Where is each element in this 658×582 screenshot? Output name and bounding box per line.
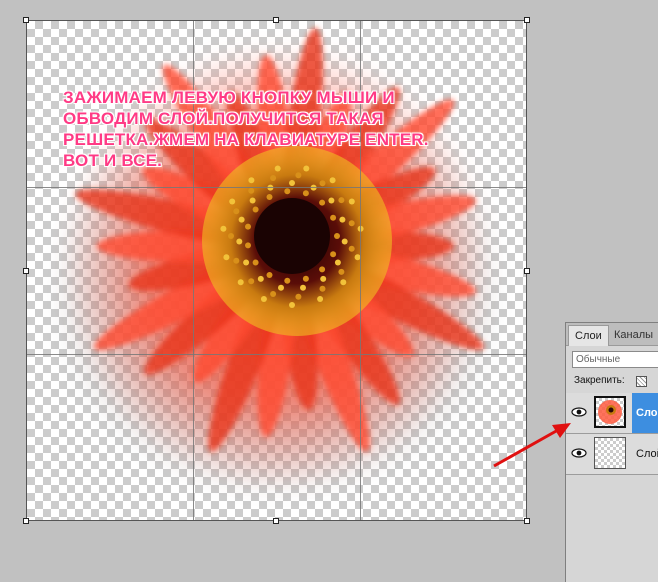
tab-layers[interactable]: Слои [568, 325, 609, 346]
stamen [248, 278, 255, 285]
layers-panel: Слои Каналы Обычные Закрепить: Слой Слой [565, 322, 658, 582]
stamen [270, 175, 277, 181]
visibility-eye-icon[interactable] [571, 405, 587, 419]
stamen [252, 259, 259, 266]
stamen [338, 197, 345, 204]
stamen [248, 187, 255, 194]
transform-handle-right[interactable] [524, 268, 530, 274]
stamen [260, 296, 267, 302]
stamen [329, 177, 336, 184]
stamen [340, 279, 347, 286]
stamen [295, 172, 302, 179]
transform-handle-left[interactable] [23, 268, 29, 274]
layer-name[interactable]: Слой [632, 434, 658, 474]
stamen [295, 293, 302, 300]
stamen [266, 272, 273, 278]
stamen [334, 259, 341, 266]
transform-canvas[interactable]: ЗАЖИМАЕМ ЛЕВУЮ КНОПКУ МЫШИ И ОБВОДИМ СЛО… [26, 20, 527, 521]
layer-row[interactable]: Слой [566, 393, 658, 434]
stamen [233, 257, 240, 264]
stamen [245, 223, 251, 230]
grid-line [27, 354, 526, 355]
transform-handle-bottom-left[interactable] [23, 518, 29, 524]
stamen [270, 291, 277, 297]
stamen [266, 194, 273, 200]
stamen [236, 238, 243, 245]
stamen [348, 198, 355, 205]
stamen [233, 208, 240, 215]
stamen [339, 216, 346, 223]
stamen [245, 242, 251, 249]
stamen [319, 199, 326, 206]
stamen [338, 268, 345, 275]
transform-handle-top-left[interactable] [23, 17, 29, 23]
stamen [341, 238, 348, 245]
stamen [278, 284, 284, 291]
instruction-line: РЕШЕТКА.ЖМЕМ НА КЛАВИАТУРЕ ENTER. [63, 130, 429, 149]
stamen [223, 254, 230, 261]
instruction-line: ВОТ И ВСЕ. [63, 151, 163, 170]
stamen [248, 177, 255, 184]
stamen [330, 214, 337, 221]
stamen [220, 225, 227, 232]
stamen [319, 266, 326, 273]
stamen [302, 275, 309, 282]
panel-tabs: Слои Каналы [566, 323, 658, 346]
stamen [348, 245, 355, 252]
instruction-text: ЗАЖИМАЕМ ЛЕВУЮ КНОПКУ МЫШИ И ОБВОДИМ СЛО… [63, 87, 493, 171]
stamen [317, 296, 324, 302]
stamen [289, 302, 295, 308]
stamen [330, 251, 337, 258]
stamen [319, 180, 326, 187]
layer-name[interactable]: Слой [632, 393, 658, 433]
stamen [348, 220, 355, 227]
stamen [238, 216, 245, 223]
stamen [252, 206, 259, 213]
stamen [257, 275, 264, 282]
stamen [328, 197, 335, 204]
stamen [319, 285, 326, 292]
stamen [320, 275, 327, 282]
blend-mode-select[interactable]: Обычные [572, 351, 658, 368]
tab-channels[interactable]: Каналы [608, 325, 658, 345]
stamen [289, 180, 295, 186]
stamen [229, 198, 236, 205]
grid-line [27, 187, 526, 188]
stamen [334, 233, 340, 239]
stamen [284, 188, 291, 195]
layer-thumbnail [594, 437, 626, 469]
stamen [228, 233, 234, 239]
transform-handle-bottom-right[interactable] [524, 518, 530, 524]
instruction-line: ЗАЖИМАЕМ ЛЕВУЮ КНОПКУ МЫШИ И [63, 88, 395, 107]
lock-transparency-icon[interactable] [636, 376, 647, 387]
visibility-eye-icon[interactable] [571, 446, 587, 460]
stamen [249, 197, 256, 204]
transform-handle-top[interactable] [273, 17, 279, 23]
stamen [300, 284, 306, 291]
transform-handle-bottom[interactable] [273, 518, 279, 524]
lock-label: Закрепить: [574, 375, 625, 386]
stamen [302, 190, 309, 197]
stamen [284, 277, 291, 284]
transform-handle-top-right[interactable] [524, 17, 530, 23]
stamen [237, 279, 244, 286]
instruction-line: ОБВОДИМ СЛОЙ.ПОЛУЧИТСЯ ТАКАЯ [63, 109, 384, 128]
layer-row[interactable]: Слой [566, 434, 658, 475]
layer-thumbnail [594, 396, 626, 428]
stamen [243, 259, 250, 266]
